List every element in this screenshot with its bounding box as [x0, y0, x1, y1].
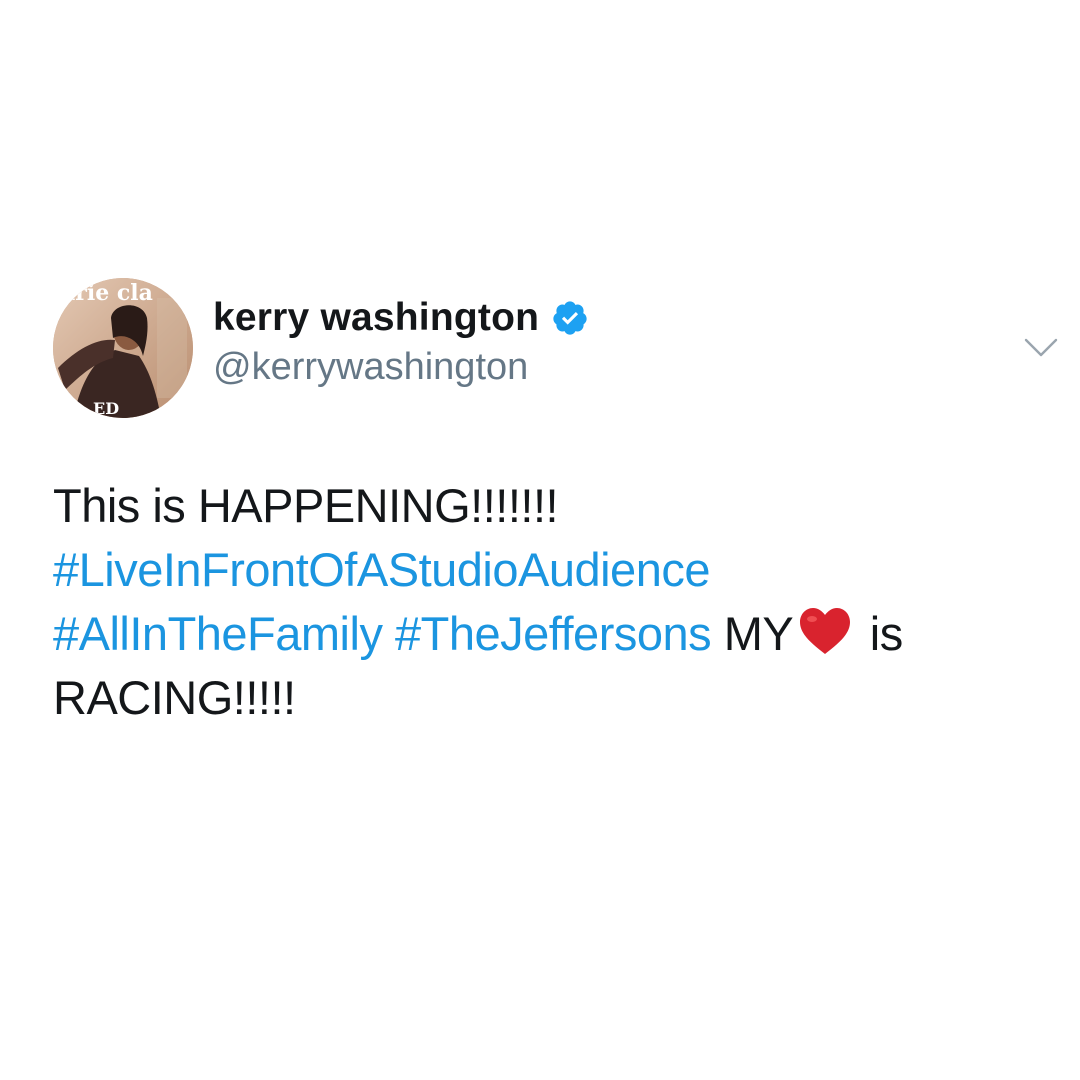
tweet-line-3: #AllInTheFamily #TheJeffersons MY is: [53, 602, 1053, 666]
verified-badge-icon: [551, 299, 589, 337]
chevron-down-icon[interactable]: [1023, 336, 1059, 360]
hashtag-link[interactable]: #TheJeffersons: [395, 607, 712, 660]
tweet-text: This is HAPPENING!!!!!!! #LiveInFrontOfA…: [53, 474, 1053, 730]
avatar[interactable]: arie cla ED: [53, 278, 193, 418]
avatar-cover-text: arie cla: [61, 280, 153, 306]
avatar-bottom-text: ED: [93, 399, 119, 418]
name-row: kerry washington: [213, 296, 589, 340]
user-handle[interactable]: @kerrywashington: [213, 346, 528, 389]
hashtag-link[interactable]: #AllInTheFamily: [53, 607, 383, 660]
tweet-line-2: #LiveInFrontOfAStudioAudience: [53, 538, 1053, 602]
tweet-text-line4: RACING!!!!!: [53, 671, 296, 724]
hashtag-link[interactable]: #LiveInFrontOfAStudioAudience: [53, 543, 710, 596]
tweet-text-after-emoji: is: [869, 607, 903, 660]
avatar-image: arie cla ED: [53, 278, 193, 418]
tweet-line-4: RACING!!!!!: [53, 666, 1053, 730]
tweet-line-1: This is HAPPENING!!!!!!!: [53, 474, 1053, 538]
tweet-text-line1: This is HAPPENING!!!!!!!: [53, 479, 559, 532]
tweet-card: arie cla ED kerry washington @kerrywashi…: [0, 0, 1080, 1080]
heart-emoji-icon: [797, 606, 853, 656]
display-name[interactable]: kerry washington: [213, 296, 539, 340]
tweet-text-before-emoji: MY: [723, 607, 794, 660]
